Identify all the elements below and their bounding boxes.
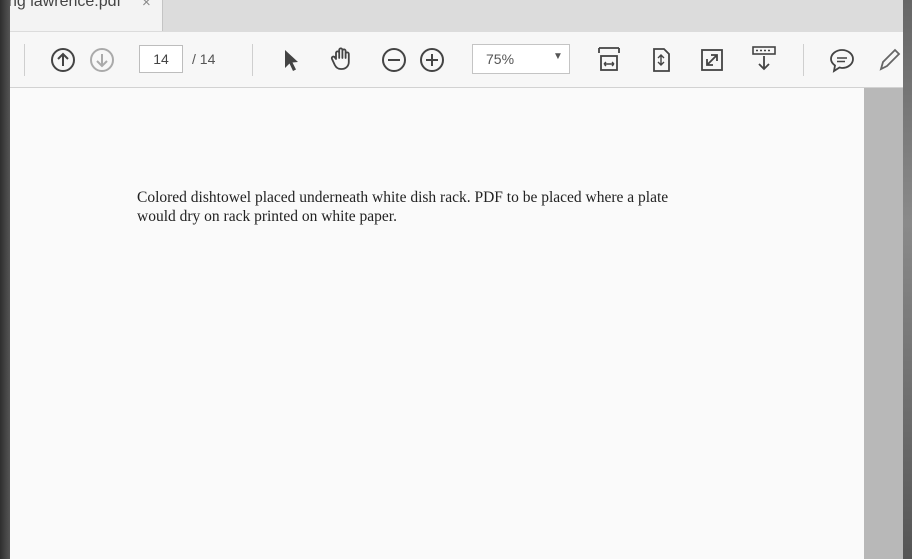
- zoom-out-icon[interactable]: [380, 46, 408, 74]
- document-canvas: Colored dishtowel placed underneath whit…: [10, 88, 903, 559]
- pdf-viewer-window: ng lawrence.pdf × 14 / 14 75% ▼ Colored …: [10, 0, 903, 559]
- toolbar-separator: [24, 44, 25, 76]
- arrow-down-circle-icon[interactable]: [88, 46, 116, 74]
- toolbar-separator: [803, 44, 804, 76]
- chevron-down-icon: ▼: [553, 51, 563, 62]
- pen-icon[interactable]: [875, 46, 903, 74]
- cursor-icon[interactable]: [277, 46, 305, 74]
- vertical-scrollbar[interactable]: [864, 88, 903, 559]
- fullscreen-icon[interactable]: [698, 46, 726, 74]
- fit-page-icon[interactable]: [647, 46, 675, 74]
- document-text: Colored dishtowel placed underneath whit…: [137, 188, 737, 226]
- document-tab[interactable]: ng lawrence.pdf ×: [10, 0, 163, 31]
- toolbar: 14 / 14 75% ▼: [10, 32, 903, 88]
- tab-strip: ng lawrence.pdf ×: [10, 0, 903, 32]
- toolbar-separator: [252, 44, 253, 76]
- comment-icon[interactable]: [828, 46, 856, 74]
- fit-width-icon[interactable]: [595, 44, 623, 72]
- zoom-value: 75%: [486, 51, 515, 67]
- page-total: / 14: [192, 51, 216, 67]
- zoom-in-icon[interactable]: [418, 46, 446, 74]
- scroll-mode-icon[interactable]: [750, 44, 778, 72]
- tab-close-button[interactable]: ×: [142, 0, 151, 11]
- page-number-input[interactable]: 14: [139, 45, 183, 73]
- tab-title: ng lawrence.pdf: [10, 0, 121, 10]
- zoom-select[interactable]: 75% ▼: [472, 44, 570, 74]
- document-line: Colored dishtowel placed underneath whit…: [137, 189, 669, 206]
- document-line: would dry on rack printed on white paper…: [137, 208, 397, 225]
- arrow-up-circle-icon[interactable]: [49, 46, 77, 74]
- hand-icon[interactable]: [328, 44, 356, 72]
